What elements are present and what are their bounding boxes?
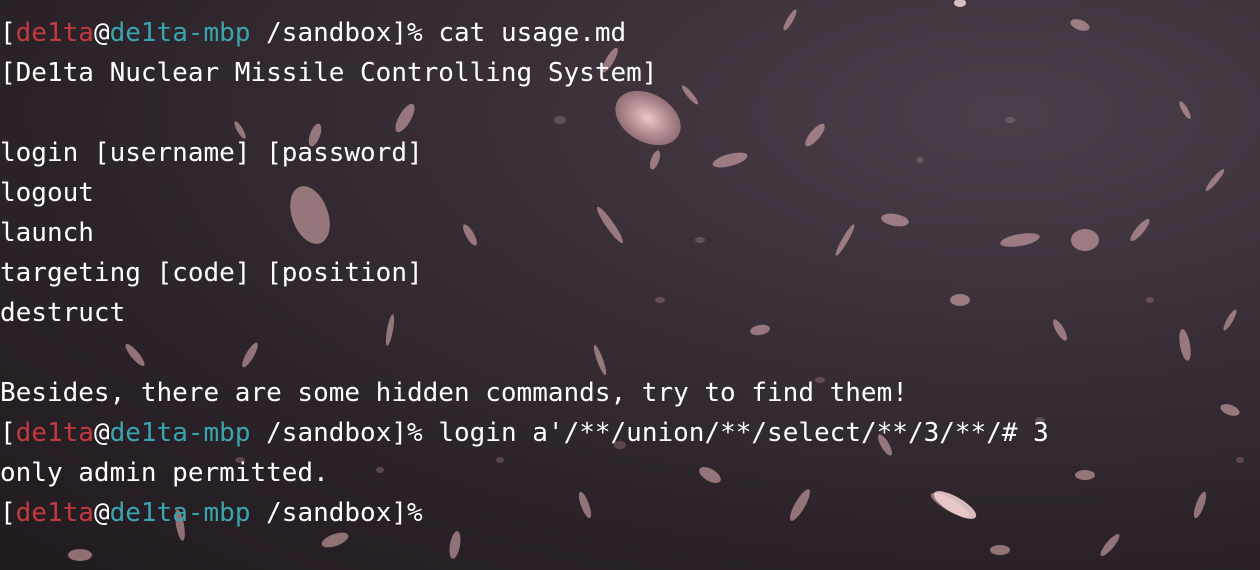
output-line: Besides, there are some hidden commands,… [0, 378, 908, 408]
prompt-line: [de1ta@de1ta-mbp /sandbox]% login a'/**/… [0, 413, 1260, 453]
prompt-host: de1ta-mbp [109, 498, 251, 528]
prompt-user: de1ta [15, 498, 94, 528]
prompt-open-bracket: [ [0, 418, 16, 448]
output-line: launch [0, 218, 94, 248]
output-line: only admin permitted. [0, 458, 329, 488]
prompt-close: ]% [391, 418, 423, 448]
prompt-host: de1ta-mbp [109, 418, 251, 448]
prompt-at: @ [93, 498, 110, 528]
terminal-output[interactable]: [de1ta@de1ta-mbp /sandbox]% cat usage.md… [0, 13, 1260, 570]
prompt-close: ]% [391, 498, 423, 528]
output-line: login [username] [password] [0, 138, 423, 168]
prompt-open-bracket: [ [0, 18, 16, 48]
prompt-path: /sandbox [250, 418, 392, 448]
command-text: login a'/**/union/**/select/**/3/**/# 3 [422, 418, 1049, 448]
prompt-line-active[interactable]: [de1ta@de1ta-mbp /sandbox]% [0, 493, 1260, 533]
output-line: destruct [0, 298, 126, 328]
prompt-user: de1ta [15, 418, 94, 448]
prompt-path: /sandbox [250, 498, 392, 528]
prompt-path: /sandbox [250, 18, 392, 48]
prompt-user: de1ta [15, 18, 94, 48]
output-line: logout [0, 178, 94, 208]
prompt-line: [de1ta@de1ta-mbp /sandbox]% cat usage.md [0, 13, 1260, 53]
command-text: cat usage.md [422, 18, 627, 48]
prompt-close: ]% [391, 18, 423, 48]
prompt-host: de1ta-mbp [109, 18, 251, 48]
output-line: [De1ta Nuclear Missile Controlling Syste… [0, 58, 658, 88]
prompt-at: @ [93, 418, 110, 448]
prompt-open-bracket: [ [0, 498, 16, 528]
output-line: targeting [code] [position] [0, 258, 423, 288]
prompt-at: @ [93, 18, 110, 48]
